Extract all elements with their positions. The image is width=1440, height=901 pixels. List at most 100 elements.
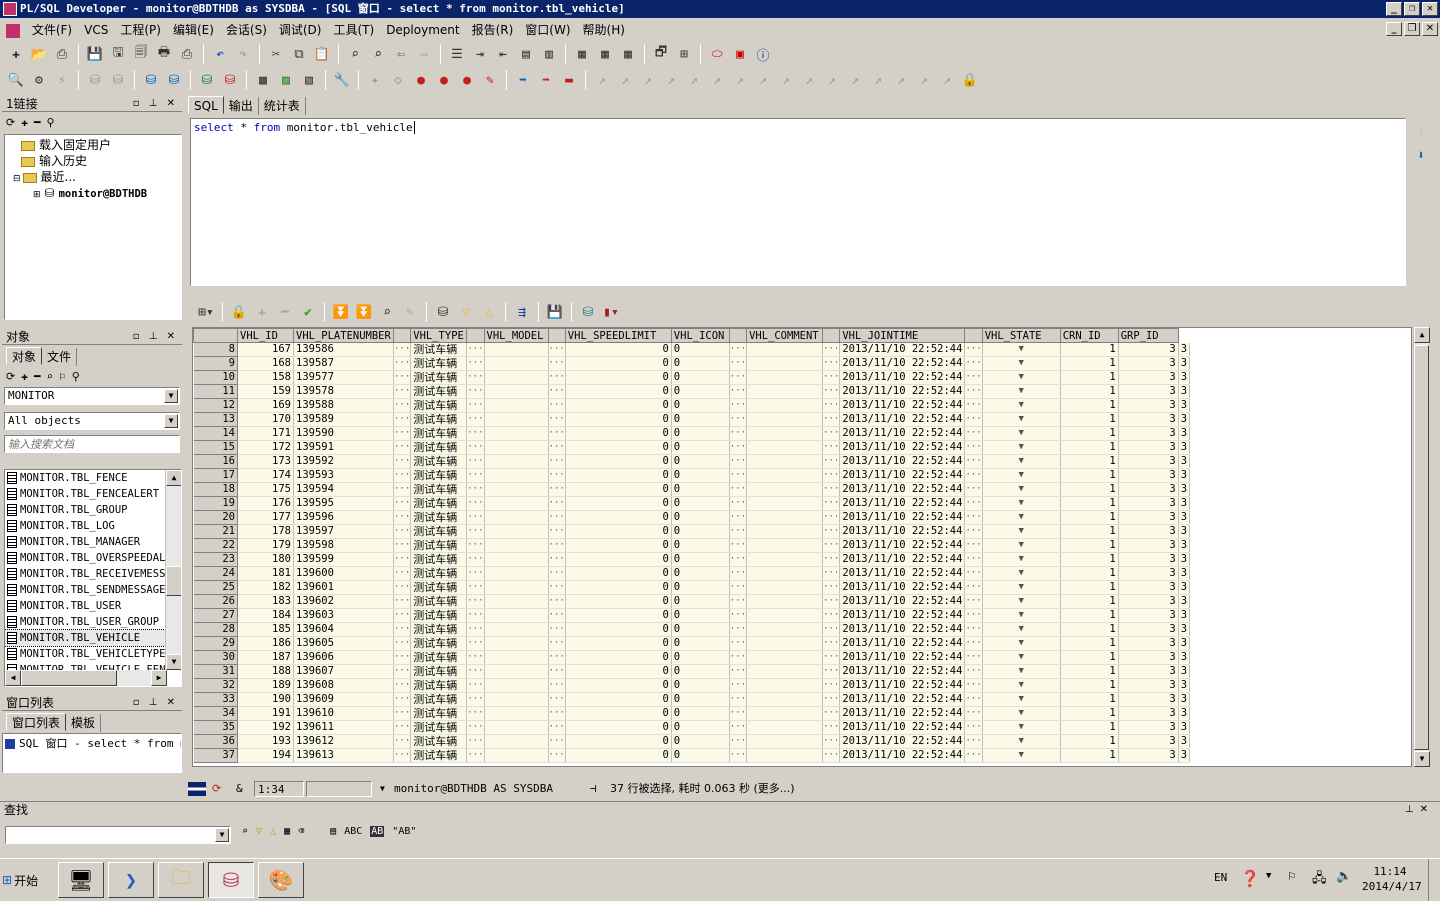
row-number[interactable]: 11 — [193, 384, 238, 399]
table-cell[interactable]: 0 — [671, 734, 730, 749]
table-cell[interactable]: 3 — [1118, 580, 1179, 595]
table-cell[interactable]: 3 — [1178, 748, 1191, 763]
post-changes-icon[interactable]: ✔ — [298, 302, 318, 322]
cell-ellipsis-button[interactable]: ··· — [466, 636, 485, 651]
table-cell[interactable]: 3 — [1118, 524, 1179, 539]
unindent-icon[interactable]: ⇤ — [493, 44, 513, 64]
cell-ellipsis-button[interactable]: ··· — [548, 650, 566, 665]
table-cell[interactable]: 3 — [1178, 398, 1191, 413]
table-cell[interactable]: 3 — [1178, 510, 1191, 525]
close-button[interactable]: ✕ — [1422, 2, 1438, 16]
table-cell[interactable] — [484, 342, 549, 357]
table-cell[interactable]: 1 — [1060, 678, 1119, 693]
cell-ellipsis-button[interactable]: ··· — [466, 496, 485, 511]
export-results-icon[interactable]: ⛁ — [578, 302, 598, 322]
table-cell[interactable] — [746, 370, 824, 385]
cell-ellipsis-button[interactable]: ··· — [822, 594, 841, 609]
cell-ellipsis-button[interactable]: ··· — [548, 496, 566, 511]
table-cell[interactable]: 0 — [565, 482, 672, 497]
table-cell[interactable]: 3 — [1178, 580, 1191, 595]
table-cell[interactable]: 3 — [1178, 538, 1191, 553]
export-icon[interactable]: ⇨ — [414, 44, 434, 64]
table-cell[interactable]: 3 — [1178, 594, 1191, 609]
panel-controls[interactable]: ▫ ⊥ ✕ — [133, 695, 178, 711]
table-row[interactable]: 26 183 139602 ··· 测试车辆 ··· ··· 0 0 ··· ··· 2013/11/… — [193, 594, 1191, 609]
table-cell[interactable]: 0 — [565, 608, 672, 623]
table-cell[interactable] — [484, 692, 549, 707]
table-row[interactable]: 35 192 139611 ··· 测试车辆 ··· ··· 0 0 ··· ··· 2013/11/… — [193, 720, 1191, 735]
cell-ellipsis-button[interactable]: ··· — [729, 678, 748, 693]
scroll-down-icon[interactable]: ▼ — [166, 654, 181, 670]
table-cell[interactable]: 2013/11/10 22:52:44 — [839, 678, 966, 693]
date-dropdown-icon[interactable]: ▼ — [982, 482, 1061, 497]
cell-ellipsis-button[interactable]: ··· — [466, 720, 485, 735]
table-cell[interactable]: 0 — [671, 384, 730, 399]
table-cell[interactable]: 测试车辆 — [410, 734, 468, 749]
table-cell[interactable] — [484, 538, 549, 553]
cell-ellipsis-button[interactable]: ··· — [729, 482, 748, 497]
table-cell[interactable] — [484, 552, 549, 567]
table-cell[interactable]: 139577 — [293, 370, 394, 385]
date-dropdown-icon[interactable]: ▼ — [982, 552, 1061, 567]
arrow-down-icon[interactable]: ⬇ — [1412, 148, 1430, 162]
table-cell[interactable]: 1 — [1060, 650, 1119, 665]
table-cell[interactable]: 2013/11/10 22:52:44 — [839, 650, 966, 665]
table-cell[interactable] — [484, 622, 549, 637]
object-list-item[interactable]: MONITOR.TBL_RECEIVEMESSAG — [5, 566, 167, 582]
table-cell[interactable] — [484, 608, 549, 623]
table-cell[interactable] — [746, 496, 824, 511]
new-icon[interactable]: ✚ — [6, 44, 26, 64]
table-cell[interactable]: 0 — [565, 510, 672, 525]
table-cell[interactable]: 1 — [1060, 748, 1119, 763]
volume-icon[interactable]: 🔈 — [1336, 869, 1352, 884]
save-icon[interactable]: 💾 — [85, 44, 105, 64]
cell-ellipsis-button[interactable]: ··· — [729, 342, 748, 357]
mdi-restore-button[interactable]: ❐ — [1404, 22, 1420, 36]
table-cell[interactable]: 0 — [565, 636, 672, 651]
cell-ellipsis-button[interactable]: ··· — [548, 622, 566, 637]
cell-ellipsis-button[interactable]: ··· — [393, 342, 412, 357]
cell-ellipsis-button[interactable]: ··· — [466, 594, 485, 609]
cell-ellipsis-button[interactable]: ··· — [729, 384, 748, 399]
table-cell[interactable]: 1 — [1060, 398, 1119, 413]
find-prev-icon[interactable]: △ — [270, 826, 276, 837]
table-cell[interactable]: 1 — [1060, 384, 1119, 399]
cell-ellipsis-button[interactable]: ··· — [822, 524, 841, 539]
cell-ellipsis-button[interactable]: ··· — [466, 650, 485, 665]
cell-ellipsis-button[interactable]: ··· — [822, 384, 841, 399]
cell-ellipsis-button[interactable]: ··· — [466, 342, 485, 357]
table-cell[interactable] — [746, 692, 824, 707]
step-icon-16[interactable]: ↗ — [937, 70, 957, 90]
pdf-icon[interactable]: ▣ — [730, 44, 750, 64]
chevron-down-icon[interactable]: ▼ — [164, 389, 178, 403]
cell-ellipsis-button[interactable]: ··· — [964, 706, 983, 721]
cell-ellipsis-button[interactable]: ··· — [729, 524, 748, 539]
cell-ellipsis-button[interactable]: ··· — [466, 524, 485, 539]
table-cell[interactable] — [746, 552, 824, 567]
column-header[interactable]: VHL_PLATENUMBER — [293, 328, 394, 343]
table-cell[interactable]: 3 — [1118, 734, 1179, 749]
cell-ellipsis-button[interactable]: ··· — [729, 426, 748, 441]
cell-ellipsis-button[interactable]: ··· — [729, 496, 748, 511]
table-cell[interactable]: 测试车辆 — [410, 608, 468, 623]
cell-ellipsis-button[interactable]: ··· — [548, 398, 566, 413]
table-cell[interactable] — [746, 440, 824, 455]
cell-ellipsis-button[interactable]: ··· — [964, 412, 983, 427]
cell-ellipsis-button[interactable]: ··· — [393, 664, 412, 679]
row-number[interactable]: 9 — [193, 356, 238, 371]
chart-icon[interactable]: ▮▾ — [601, 302, 621, 322]
cell-ellipsis-button[interactable]: ··· — [964, 552, 983, 567]
menu-item[interactable]: 会话(S) — [220, 19, 273, 41]
table-cell[interactable] — [484, 468, 549, 483]
table-cell[interactable]: 3 — [1178, 356, 1191, 371]
minimize-button[interactable]: _ — [1386, 2, 1402, 16]
menu-item[interactable]: Deployment — [380, 19, 465, 41]
table-cell[interactable]: 3 — [1118, 384, 1179, 399]
object-list-item[interactable]: MONITOR.TBL_MANAGER — [5, 534, 167, 550]
cell-ellipsis-button[interactable]: ··· — [822, 552, 841, 567]
menu-item[interactable]: 调试(D) — [273, 19, 328, 41]
cell-ellipsis-button[interactable]: ··· — [393, 650, 412, 665]
cell-ellipsis-button[interactable]: ··· — [548, 468, 566, 483]
settings-icon[interactable]: ⚙ — [29, 70, 49, 90]
cell-ellipsis-button[interactable]: ··· — [466, 580, 485, 595]
